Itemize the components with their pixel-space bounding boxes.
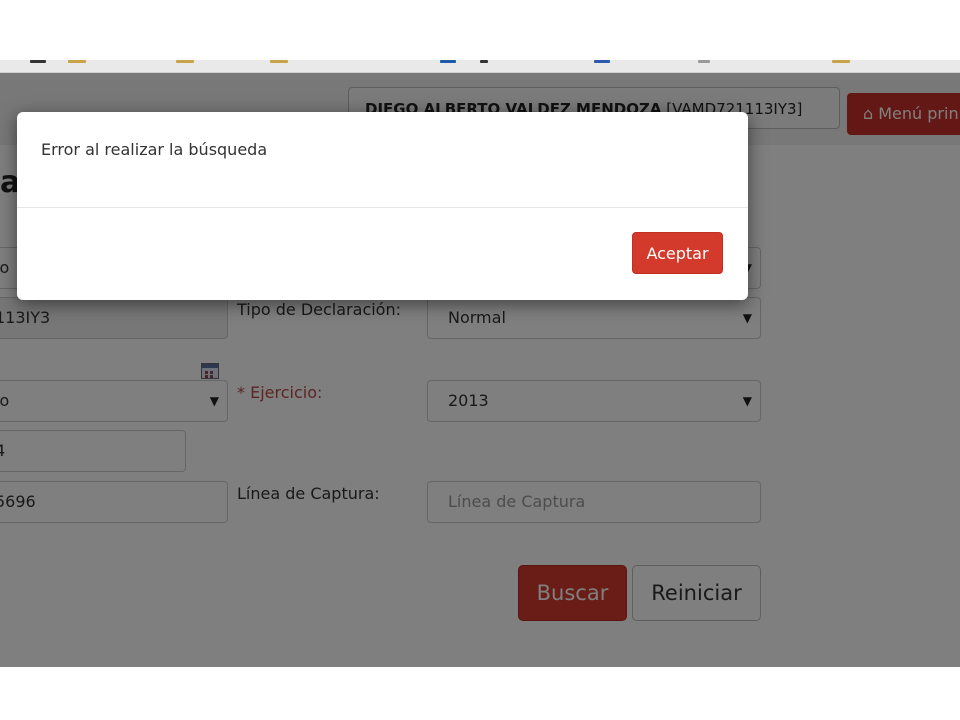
bookmark-icon[interactable] — [30, 60, 46, 63]
bookmarks-bar — [0, 60, 960, 73]
bookmark-folder-icon[interactable] — [68, 60, 86, 63]
error-dialog: Error al realizar la búsqueda Aceptar — [17, 112, 748, 300]
bookmark-icon[interactable] — [440, 60, 456, 63]
error-message: Error al realizar la búsqueda — [41, 140, 268, 159]
bookmark-folder-icon[interactable] — [270, 60, 288, 63]
dialog-divider — [17, 207, 748, 208]
bookmark-icon[interactable] — [480, 60, 488, 63]
bookmark-icon[interactable] — [594, 60, 610, 63]
bookmark-page-icon[interactable] — [698, 60, 710, 63]
accept-button[interactable]: Aceptar — [632, 232, 723, 274]
bookmark-folder-icon[interactable] — [832, 60, 850, 63]
bookmark-folder-icon[interactable] — [176, 60, 194, 63]
